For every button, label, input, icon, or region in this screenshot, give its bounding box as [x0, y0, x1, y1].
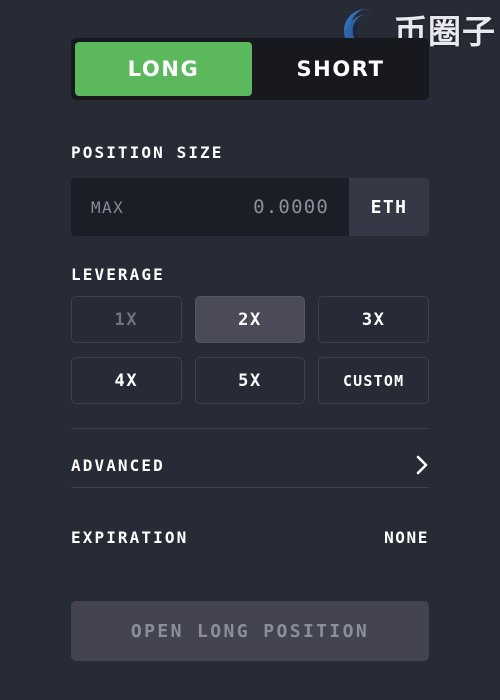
divider-advanced-top	[71, 428, 429, 429]
leverage-option-4x[interactable]: 4X	[71, 357, 182, 404]
position-size-row: MAX 0.0000 ETH	[71, 178, 429, 236]
chevron-right-icon[interactable]	[415, 454, 429, 476]
leverage-heading: LEVERAGE	[71, 265, 165, 284]
advanced-label: ADVANCED	[71, 455, 165, 475]
max-button[interactable]: MAX	[91, 198, 124, 217]
expiration-value[interactable]: NONE	[384, 528, 429, 547]
leverage-option-2x[interactable]: 2X	[194, 296, 306, 343]
side-tab-short[interactable]: SHORT	[252, 38, 429, 100]
position-size-unit[interactable]: ETH	[349, 178, 429, 236]
position-side-toggle[interactable]: LONG SHORT	[71, 38, 429, 100]
leverage-option-3x[interactable]: 3X	[318, 296, 429, 343]
trade-panel: 币圈子 LONG SHORT POSITION SIZE MAX 0.0000 …	[0, 0, 500, 700]
leverage-option-5x[interactable]: 5X	[194, 357, 306, 404]
position-size-value: 0.0000	[253, 196, 329, 218]
divider-advanced-bottom	[71, 487, 429, 488]
side-tab-long[interactable]: LONG	[75, 42, 252, 96]
position-size-heading: POSITION SIZE	[71, 143, 224, 162]
leverage-options: 1X 2X 3X 4X 5X CUSTOM	[71, 296, 429, 404]
advanced-row[interactable]: ADVANCED	[71, 443, 429, 487]
position-size-input[interactable]: MAX 0.0000	[71, 178, 349, 236]
leverage-option-custom[interactable]: CUSTOM	[318, 357, 429, 404]
expiration-row[interactable]: EXPIRATION NONE	[71, 525, 429, 549]
open-position-button[interactable]: OPEN LONG POSITION	[71, 601, 429, 661]
expiration-label: EXPIRATION	[71, 527, 189, 547]
leverage-option-1x[interactable]: 1X	[71, 296, 182, 343]
